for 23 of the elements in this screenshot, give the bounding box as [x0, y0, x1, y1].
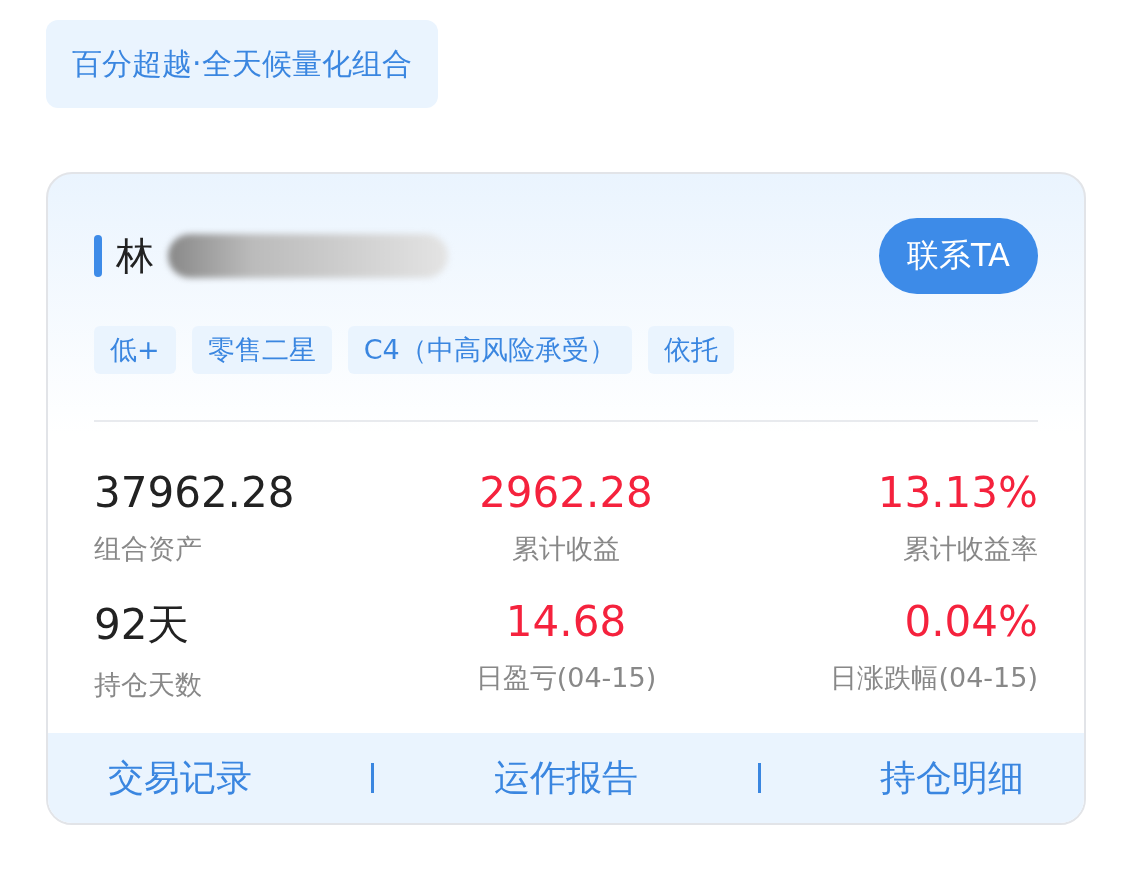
stat-value: 0.04%: [904, 597, 1038, 646]
stat-value: 2962.28: [479, 468, 653, 517]
action-link[interactable]: 运作报告: [494, 753, 638, 803]
tag: 依托: [647, 326, 734, 374]
action-link[interactable]: 持仓明细: [880, 753, 1025, 803]
stat-label: 组合资产: [94, 532, 202, 566]
contact-button[interactable]: 联系TA: [879, 218, 1038, 294]
stat-value: 37962.28: [94, 468, 295, 517]
tag: 低+: [94, 326, 176, 374]
portfolio-tag: 百分超越·全天候量化组合: [46, 20, 438, 108]
action-link[interactable]: 交易记录: [107, 753, 252, 803]
stat-label: 日盈亏(04-15): [475, 661, 657, 695]
stat-value: 14.68: [505, 597, 627, 646]
accent-bar: [94, 235, 102, 277]
tag: 零售二星: [191, 326, 332, 374]
advisor-name: 林: [116, 232, 154, 280]
stat-label: 累计收益: [512, 532, 620, 566]
tag: C4（中高风险承受）: [347, 326, 632, 374]
stat-value: 13.13%: [877, 468, 1038, 517]
stat-label: 持仓天数: [94, 668, 202, 702]
stat-label: 日涨跌幅(04-15): [830, 661, 1038, 695]
stat-label: 累计收益率: [903, 532, 1038, 566]
stat-value: 92天: [94, 599, 190, 651]
